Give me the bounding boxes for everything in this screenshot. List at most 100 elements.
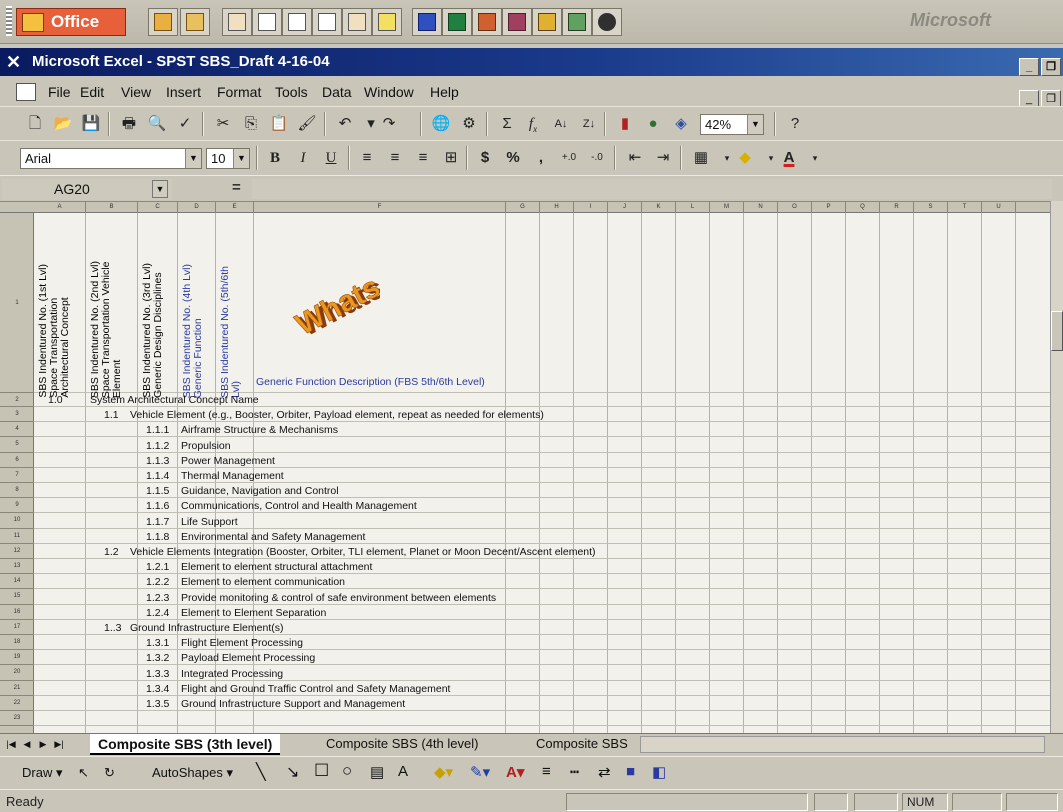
line-icon[interactable]: ╲: [256, 762, 266, 782]
align-center-icon[interactable]: ≡: [384, 147, 406, 169]
sbs-description-cell[interactable]: Propulsion: [181, 439, 231, 453]
row-header-21[interactable]: 21: [0, 681, 34, 696]
decrease-indent-icon[interactable]: ⇤: [624, 147, 646, 169]
column-header-Q[interactable]: Q: [846, 202, 880, 213]
sbs-number-cell[interactable]: 1.1.2: [146, 439, 169, 453]
column-header-L[interactable]: L: [676, 202, 710, 213]
sort-descending-icon[interactable]: Z↓: [578, 113, 600, 135]
row-header-7[interactable]: 7: [0, 468, 34, 483]
chevron-down-icon[interactable]: ▼: [185, 149, 201, 168]
sbs-number-cell[interactable]: 1.3.4: [146, 682, 169, 696]
sbs-description-cell[interactable]: System Architectural Concept Name: [90, 393, 259, 407]
shortcut-excel[interactable]: [442, 8, 472, 36]
tab-composite-sbs[interactable]: Composite SBS: [528, 734, 636, 755]
shortcut-word[interactable]: [412, 8, 442, 36]
row-header-9[interactable]: 9: [0, 498, 34, 514]
sbs-number-cell[interactable]: 1.1.3: [146, 454, 169, 468]
bold-button[interactable]: B: [264, 147, 286, 169]
sbs-description-cell[interactable]: Element to element communication: [181, 575, 345, 589]
increase-indent-icon[interactable]: ⇥: [652, 147, 674, 169]
sbs-description-cell[interactable]: Ground Infrastructure Element(s): [130, 621, 283, 635]
currency-button[interactable]: $: [474, 147, 496, 169]
menu-window[interactable]: Window: [364, 78, 414, 106]
sbs-description-cell[interactable]: Life Support: [181, 515, 238, 529]
fill-color-icon[interactable]: ◆: [734, 147, 756, 169]
oval-icon[interactable]: ○: [342, 761, 352, 781]
decrease-decimal-icon[interactable]: -.0: [586, 147, 608, 169]
shortcut-find[interactable]: [532, 8, 562, 36]
open-icon[interactable]: 📂: [52, 113, 74, 135]
sbs-description-cell[interactable]: Flight and Ground Traffic Control and Sa…: [181, 682, 450, 696]
chart-wizard-icon[interactable]: ▮: [614, 113, 636, 135]
worksheet-grid[interactable]: ABCDEFGHIJKLMNOPQRSTU 1 2 3 4 5 6 7 8 9 10 11 12 13 1…: [0, 201, 1063, 733]
sbs-number-cell[interactable]: 1.1.5: [146, 484, 169, 498]
font-color-icon[interactable]: A▾: [506, 763, 524, 781]
wordart-icon[interactable]: A: [398, 763, 408, 780]
row-header-8[interactable]: 8: [0, 483, 34, 499]
sbs-number-cell[interactable]: 1.2.4: [146, 606, 169, 620]
sbs-description-cell[interactable]: Provide monitoring & control of safe env…: [181, 591, 496, 605]
row-header-18[interactable]: 18: [0, 635, 34, 651]
sbs-description-cell[interactable]: Flight Element Processing: [181, 636, 303, 650]
shortcut-powerpoint[interactable]: [472, 8, 502, 36]
row-header-4[interactable]: 4: [0, 422, 34, 438]
align-left-icon[interactable]: ≡: [356, 147, 378, 169]
map-icon[interactable]: ●: [642, 113, 664, 135]
row-header-12[interactable]: 12: [0, 544, 34, 559]
row-header-19[interactable]: 19: [0, 650, 34, 666]
paste-icon[interactable]: 📋: [268, 113, 290, 135]
sbs-number-cell[interactable]: 1.1.7: [146, 515, 169, 529]
column-header-T[interactable]: T: [948, 202, 982, 213]
office-button[interactable]: Office: [16, 8, 126, 36]
row-header-10[interactable]: 10: [0, 513, 34, 529]
column-header-G[interactable]: G: [506, 202, 540, 213]
sbs-description-cell[interactable]: Power Management: [181, 454, 275, 468]
3d-icon[interactable]: ◧: [652, 763, 666, 781]
drawing-icon[interactable]: ◈: [670, 113, 692, 135]
dash-style-icon[interactable]: ┅: [570, 763, 579, 781]
font-name-select[interactable]: Arial ▼: [20, 148, 202, 169]
column-header-E[interactable]: E: [216, 202, 254, 213]
shortcut-new-office-doc[interactable]: [148, 8, 178, 36]
next-sheet-icon[interactable]: ▶: [36, 736, 50, 752]
sbs-description-cell[interactable]: Thermal Management: [181, 469, 284, 483]
font-size-select[interactable]: 10 ▼: [206, 148, 250, 169]
sbs-number-cell[interactable]: 1.3.1: [146, 636, 169, 650]
header-cell-level-2[interactable]: SBS Indentured No. (2nd Lvl) Space Trans…: [86, 214, 138, 402]
column-header-U[interactable]: U: [982, 202, 1016, 213]
align-right-icon[interactable]: ≡: [412, 147, 434, 169]
print-preview-icon[interactable]: 🔍: [146, 113, 168, 135]
column-header-D[interactable]: D: [178, 202, 216, 213]
web-toolbar-icon[interactable]: ⚙: [458, 113, 480, 135]
percent-button[interactable]: %: [502, 147, 524, 169]
document-icon[interactable]: [16, 83, 36, 101]
sbs-description-cell[interactable]: Guidance, Navigation and Control: [181, 484, 339, 498]
sbs-number-cell[interactable]: 1.1.6: [146, 499, 169, 513]
insert-hyperlink-icon[interactable]: 🌐: [430, 113, 452, 135]
row-header-14[interactable]: 14: [0, 574, 34, 590]
sbs-number-cell[interactable]: 1.2.2: [146, 575, 169, 589]
chevron-down-icon[interactable]: ▼: [747, 115, 763, 134]
row-header-1[interactable]: 1: [0, 213, 34, 393]
shortcut-outlook[interactable]: [222, 8, 252, 36]
column-header-C[interactable]: C: [138, 202, 178, 213]
toolbar-grip[interactable]: [6, 6, 12, 36]
excel-x-icon[interactable]: ✕: [6, 52, 26, 72]
shortcut-notes[interactable]: [372, 8, 402, 36]
column-header-B[interactable]: B: [86, 202, 138, 213]
row-header-2[interactable]: 2: [0, 393, 34, 407]
column-header-S[interactable]: S: [914, 202, 948, 213]
shadow-icon[interactable]: ■: [626, 763, 635, 780]
sbs-description-cell[interactable]: Vehicle Elements Integration (Booster, O…: [130, 545, 596, 559]
tab-composite-sbs-4th[interactable]: Composite SBS (4th level): [318, 734, 487, 755]
sbs-description-cell[interactable]: Ground Infrastructure Support and Manage…: [181, 697, 405, 711]
line-color-icon[interactable]: ✎▾: [470, 763, 490, 781]
undo-icon[interactable]: ↶: [334, 113, 356, 135]
sbs-description-cell[interactable]: Payload Element Processing: [181, 651, 315, 665]
row-header-13[interactable]: 13: [0, 559, 34, 575]
header-cell-level-1[interactable]: SBS Indentured No. (1st Lvl) Space Trans…: [34, 214, 86, 402]
comma-button[interactable]: ,: [530, 147, 552, 169]
menu-insert[interactable]: Insert: [166, 78, 201, 106]
header-cell-level-4[interactable]: SBS Indentured No. (4th Lvl) Generic Fun…: [178, 214, 216, 402]
font-color-button[interactable]: A: [778, 147, 800, 169]
